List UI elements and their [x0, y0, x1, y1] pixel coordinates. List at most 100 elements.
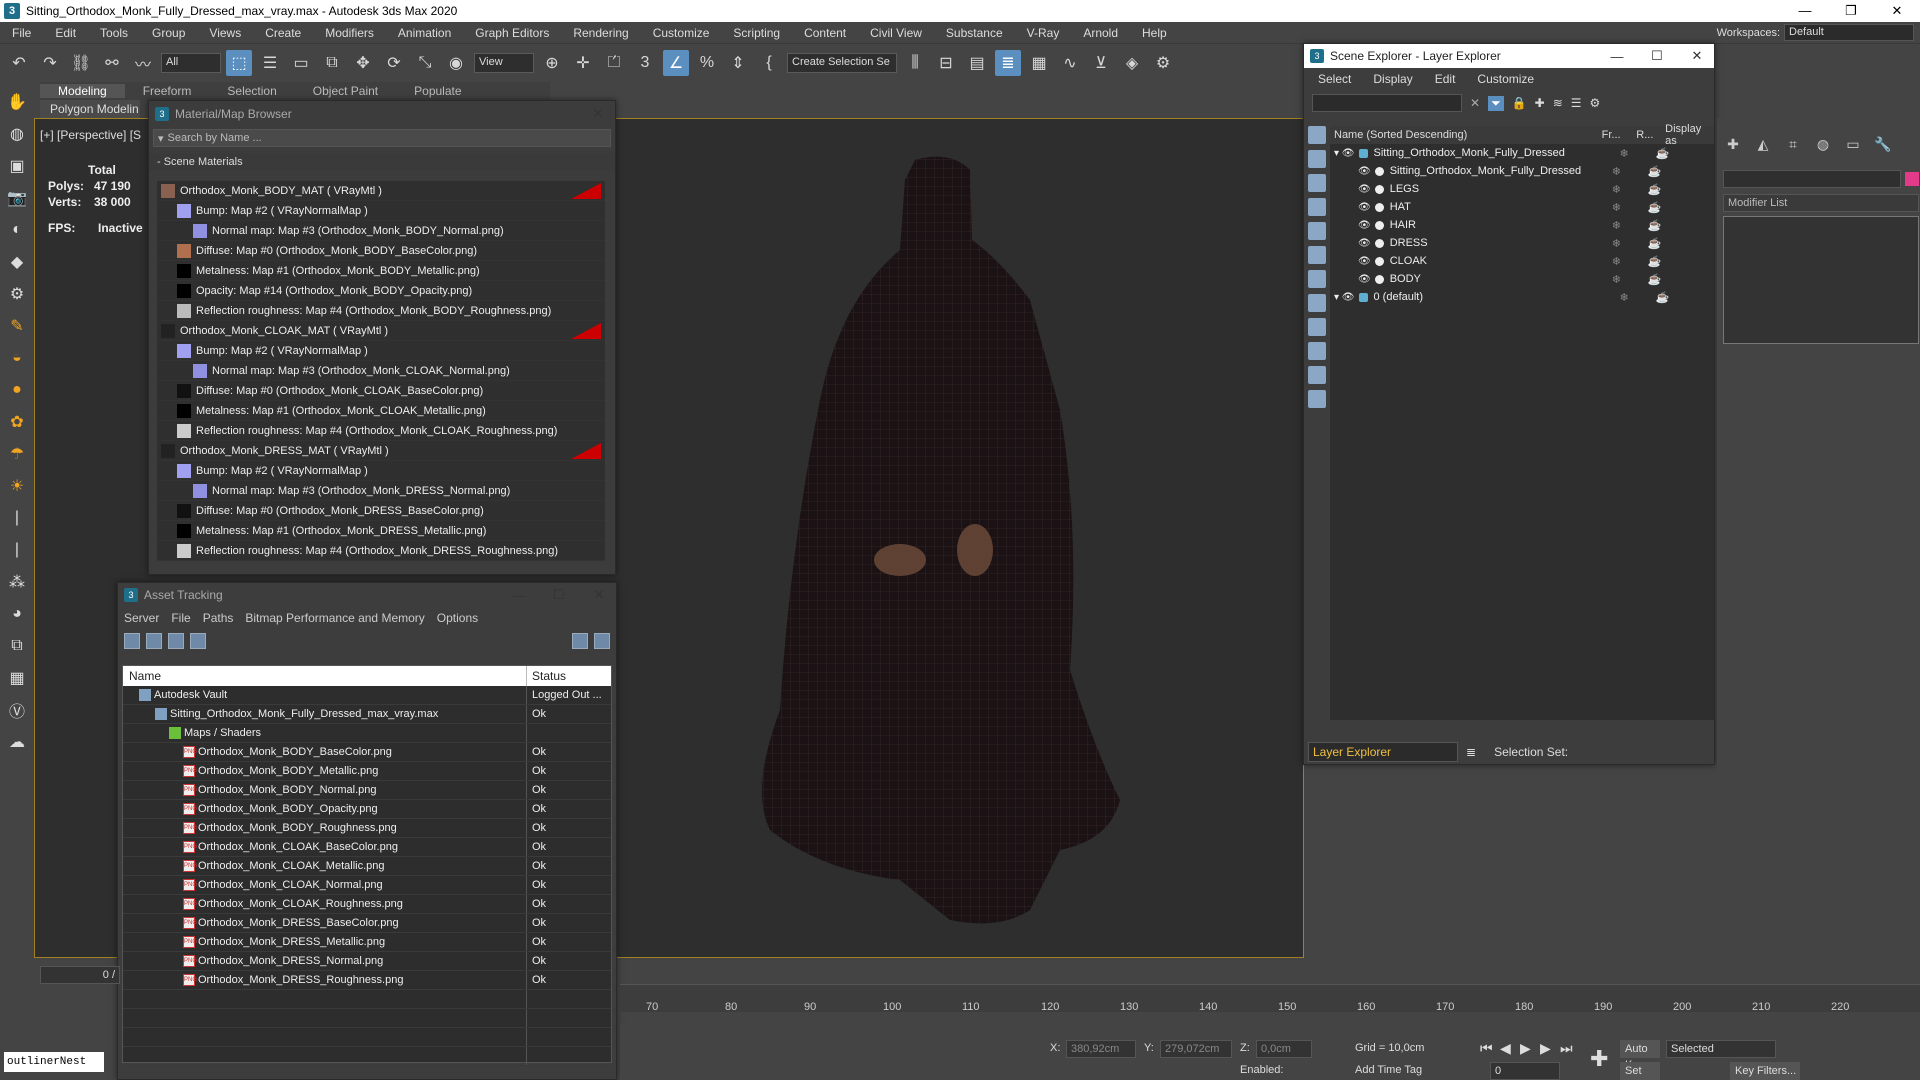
renderable-icon[interactable]: ☕ [1648, 255, 1678, 268]
menu-animation[interactable]: Animation [386, 26, 463, 40]
asset-row[interactable]: Autodesk Vault Logged Out ... [123, 686, 611, 705]
display-hidden-icon[interactable] [1308, 390, 1326, 408]
add-to-layer-icon[interactable]: ≋ [1553, 96, 1563, 110]
renderable-icon[interactable]: ☕ [1648, 219, 1678, 232]
list-view-icon[interactable] [146, 633, 162, 649]
display-cameras-icon[interactable] [1308, 198, 1326, 216]
visibility-eye-icon[interactable]: 👁 [1358, 202, 1371, 213]
visibility-eye-icon[interactable]: 👁 [1358, 274, 1371, 285]
map-row[interactable]: Diffuse: Map #0 (Orthodox_Monk_DRESS_Bas… [157, 501, 605, 521]
map-row[interactable]: Bump: Map #2 ( VRayNormalMap ) [157, 341, 605, 361]
object-row[interactable]: 👁 HAT ❄ ☕ [1330, 198, 1714, 216]
circle-icon[interactable]: ● [5, 378, 29, 402]
map-row[interactable]: Metalness: Map #1 (Orthodox_Monk_CLOAK_M… [157, 401, 605, 421]
object-name-field[interactable] [1723, 170, 1901, 188]
bind-spacewarp-icon[interactable]: 〰 [130, 50, 156, 76]
asset-row[interactable]: PNG Orthodox_Monk_BODY_Metallic.png Ok [123, 762, 611, 781]
hat-icon[interactable]: ◒ [5, 346, 29, 370]
redo-icon[interactable]: ↷ [37, 50, 63, 76]
scene-col-name[interactable]: Name (Sorted Descending) [1330, 129, 1602, 141]
scale-icon[interactable]: ⤡ [412, 50, 438, 76]
workspaces-select[interactable]: Default [1784, 24, 1914, 41]
gear-orange-icon[interactable]: ✿ [5, 410, 29, 434]
add-time-tag[interactable]: Add Time Tag [1355, 1064, 1422, 1076]
material-row[interactable]: Orthodox_Monk_BODY_MAT ( VRayMtl ) [157, 181, 605, 201]
menu-civil-view[interactable]: Civil View [858, 26, 934, 40]
menu-substance[interactable]: Substance [934, 26, 1015, 40]
tab-object-paint[interactable]: Object Paint [295, 84, 396, 98]
y-coordinate-field[interactable]: 279,072cm [1160, 1040, 1232, 1058]
box-icon[interactable]: ▣ [5, 154, 29, 178]
object-row[interactable]: 👁 HAIR ❄ ☕ [1330, 216, 1714, 234]
asset-row[interactable]: PNG Orthodox_Monk_DRESS_Metallic.png Ok [123, 933, 611, 952]
set-key-button[interactable]: Set Key [1620, 1062, 1660, 1080]
display-bones-icon[interactable] [1308, 318, 1326, 336]
asset-maximize-button[interactable]: ☐ [542, 587, 576, 603]
place-icon[interactable]: ◉ [443, 50, 469, 76]
display-frozen-icon[interactable] [1308, 366, 1326, 384]
cloud-icon[interactable]: ☁ [5, 730, 29, 754]
explorer-type-select[interactable]: Layer Explorer [1308, 742, 1458, 762]
map-row[interactable]: Normal map: Map #3 (Orthodox_Monk_DRESS_… [157, 481, 605, 501]
sun-icon[interactable]: ☀ [5, 474, 29, 498]
menu-customize[interactable]: Customize [641, 26, 722, 40]
create-icon[interactable]: ✋ [5, 90, 29, 114]
map-row[interactable]: Metalness: Map #1 (Orthodox_Monk_DRESS_M… [157, 521, 605, 541]
tab-populate[interactable]: Populate [396, 84, 479, 98]
table-view-icon[interactable] [190, 633, 206, 649]
prev-frame-icon[interactable]: ◀ [1500, 1040, 1511, 1057]
menu-edit[interactable]: Edit [43, 26, 88, 40]
asset-row[interactable]: Sitting_Orthodox_Monk_Fully_Dressed_max_… [123, 705, 611, 724]
reference-coord-select[interactable]: View [474, 53, 534, 73]
new-layer-icon[interactable]: ✚ [1535, 96, 1545, 110]
scene-explorer-icon[interactable]: ▤ [964, 50, 990, 76]
asset-row[interactable]: PNG Orthodox_Monk_BODY_Normal.png Ok [123, 781, 611, 800]
layer-row[interactable]: ▾ 👁 Sitting_Orthodox_Monk_Fully_Dressed ❄ ☕ [1330, 144, 1714, 162]
tab-modeling[interactable]: Modeling [40, 84, 125, 98]
spinner-snap-icon[interactable]: ⇕ [725, 50, 751, 76]
timeline[interactable]: 70 80 90 100 110 120 130 140 150 160 170 180 190 200 2… [620, 984, 1920, 1013]
move-icon[interactable]: ✥ [350, 50, 376, 76]
display-helpers-icon[interactable] [1308, 222, 1326, 240]
asset-row[interactable]: PNG Orthodox_Monk_DRESS_Normal.png Ok [123, 952, 611, 971]
object-row[interactable]: 👁 LEGS ❄ ☕ [1330, 180, 1714, 198]
select-manipulate-icon[interactable]: ✛ [570, 50, 596, 76]
add-key-icon[interactable]: ✚ [1590, 1046, 1608, 1072]
go-to-start-icon[interactable]: ⏮ [1480, 1040, 1493, 1057]
motion-tab-icon[interactable]: ◍ [1813, 136, 1833, 156]
visibility-eye-icon[interactable]: 👁 [1358, 238, 1371, 249]
freeze-icon[interactable]: ❄ [1612, 201, 1648, 214]
camera-icon[interactable]: 📷 [5, 186, 29, 210]
sphere-icon[interactable]: ◍ [5, 122, 29, 146]
globe-icon[interactable]: ◕ [5, 602, 29, 626]
map-row[interactable]: Normal map: Map #3 (Orthodox_Monk_BODY_N… [157, 221, 605, 241]
menu-modifiers[interactable]: Modifiers [313, 26, 386, 40]
visibility-eye-icon[interactable]: 👁 [1358, 220, 1371, 231]
selected-set-select[interactable]: Selected [1666, 1040, 1776, 1058]
map-row[interactable]: Bump: Map #2 ( VRayNormalMap ) [157, 201, 605, 221]
modify-tab-icon[interactable]: ◭ [1753, 136, 1773, 156]
menu-create[interactable]: Create [253, 26, 313, 40]
scene-close-button[interactable]: ✕ [1680, 48, 1714, 64]
stack-icon[interactable]: ▦ [5, 666, 29, 690]
layer-options-icon[interactable]: ⚙ [1590, 96, 1601, 110]
map-row[interactable]: Bump: Map #2 ( VRayNormalMap ) [157, 461, 605, 481]
render-setup-icon[interactable]: ⚙ [1150, 50, 1176, 76]
visibility-eye-icon[interactable]: 👁 [1358, 166, 1371, 177]
display-tab-icon[interactable]: ▭ [1843, 136, 1863, 156]
minimize-button[interactable]: — [1782, 0, 1828, 22]
object-row[interactable]: 👁 CLOAK ❄ ☕ [1330, 252, 1714, 270]
asset-row[interactable]: PNG Orthodox_Monk_BODY_Roughness.png Ok [123, 819, 611, 838]
modifier-list-select[interactable]: Modifier List [1723, 194, 1919, 212]
schematic-view-icon[interactable]: ⊻ [1088, 50, 1114, 76]
asset-col-name[interactable]: Name [123, 666, 527, 686]
scene-col-render[interactable]: R... [1636, 129, 1665, 141]
map-row[interactable]: Diffuse: Map #0 (Orthodox_Monk_BODY_Base… [157, 241, 605, 261]
map-row[interactable]: Reflection roughness: Map #4 (Orthodox_M… [157, 541, 605, 561]
auto-key-button[interactable]: Auto Key [1620, 1040, 1660, 1071]
visibility-eye-icon[interactable]: ▾ 👁 [1334, 292, 1355, 303]
menu-graph-editors[interactable]: Graph Editors [463, 26, 561, 40]
renderable-icon[interactable]: ☕ [1648, 273, 1678, 286]
freeze-icon[interactable]: ❄ [1612, 237, 1648, 250]
map-row[interactable]: Opacity: Map #14 (Orthodox_Monk_BODY_Opa… [157, 281, 605, 301]
